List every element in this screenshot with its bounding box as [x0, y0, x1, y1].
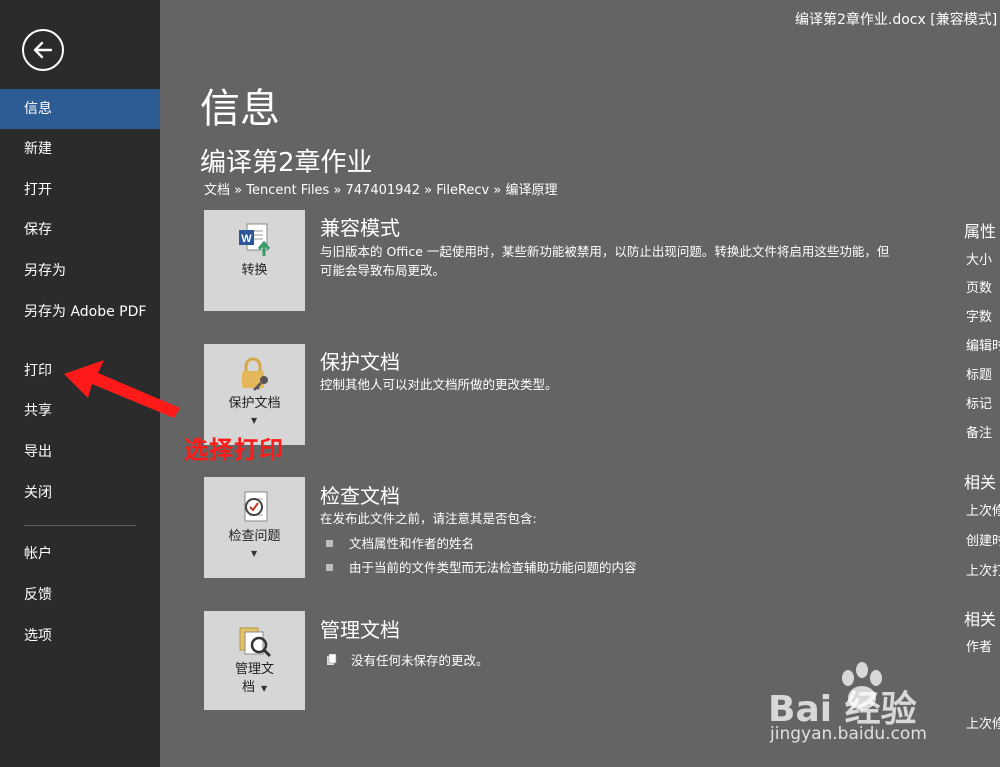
prop-title[interactable]: 标题 [966, 364, 992, 383]
annotation-text: 选择打印 [184, 436, 284, 464]
bullet-icon [326, 540, 333, 547]
inspect-bullet: 由于当前的文件类型而无法检查辅助功能问题的内容 [326, 557, 637, 576]
nav-account[interactable]: 帐户 [0, 534, 160, 574]
nav-export[interactable]: 导出 [0, 432, 160, 472]
related-dates-heading: 相关 [964, 473, 997, 492]
caret-down-icon: ▼ [251, 549, 258, 558]
inspect-document-icon [244, 491, 268, 522]
nav-feedback[interactable]: 反馈 [0, 575, 160, 615]
prop-pages: 页数 [966, 281, 993, 296]
convert-button[interactable]: W 转换 [204, 210, 305, 311]
nav-info[interactable]: 信息 [0, 89, 160, 129]
properties-heading: 属性 [964, 222, 997, 241]
nav-save-as-pdf[interactable]: 另存为 Adobe PDF [0, 298, 160, 346]
manage-document-label-2: 档 [241, 680, 255, 695]
protect-document-title: 保护文档 [320, 350, 400, 374]
inspect-document-desc: 在发布此文件之前，请注意其是否包含: [320, 511, 537, 526]
prop-tags[interactable]: 标记 [966, 393, 992, 412]
nav-options[interactable]: 选项 [0, 616, 160, 656]
file-name: 编译第2章作业 [200, 148, 373, 178]
nav-divider [24, 525, 136, 526]
inspect-bullet: 文档属性和作者的姓名 [326, 533, 474, 552]
last-printed: 上次打 [966, 564, 1000, 579]
back-button[interactable] [22, 29, 64, 71]
svg-text:W: W [241, 233, 252, 245]
manage-document-icon [239, 627, 272, 658]
word-convert-icon: W [239, 223, 271, 256]
manage-document-title: 管理文档 [320, 618, 400, 642]
nav-open[interactable]: 打开 [0, 170, 160, 210]
manage-document-label: 管理文 [234, 662, 274, 677]
prop-words: 字数 [966, 310, 993, 325]
protect-document-label: 保护文档 [228, 396, 281, 411]
last-modified: 上次修 [966, 504, 1000, 519]
prop-size: 大小 [966, 253, 993, 268]
nav-save[interactable]: 保存 [0, 210, 160, 250]
check-issues-label: 检查问题 [228, 529, 281, 544]
inspect-document-title: 检查文档 [320, 484, 400, 508]
caret-down-icon: ▼ [261, 684, 268, 693]
compat-mode-title: 兼容模式 [320, 216, 400, 240]
window-title: 编译第2章作业.docx [兼容模式] [795, 12, 998, 28]
document-icon [327, 653, 337, 665]
prop-edit-time: 编辑时 [966, 339, 1000, 354]
convert-label: 转换 [241, 263, 268, 278]
protect-document-desc: 控制其他人可以对此文档所做的更改类型。 [320, 377, 558, 392]
compat-mode-desc: 与旧版本的 Office 一起使用时，某些新功能被禁用，以防止出现问题。转换此文… [320, 244, 890, 278]
prop-comments[interactable]: 备注 [966, 422, 992, 441]
lock-key-icon [242, 357, 268, 391]
manage-document-desc-row: 没有任何未保存的更改。 [326, 650, 489, 669]
caret-down-icon: ▼ [251, 416, 258, 425]
last-modified-by: 上次修 [966, 717, 1000, 732]
nav-close[interactable]: 关闭 [0, 473, 160, 513]
check-issues-button[interactable]: 检查问题 ▼ [204, 477, 305, 578]
created: 创建时 [966, 534, 1000, 549]
back-arrow-icon [33, 41, 53, 59]
author-label: 作者 [966, 640, 993, 655]
watermark-url: jingyan.baidu.com [770, 724, 927, 744]
manage-document-button[interactable]: 管理文 档 ▼ [204, 611, 305, 710]
bullet-icon [326, 564, 333, 571]
page-title: 信息 [200, 86, 280, 132]
breadcrumb[interactable]: 文档 » Tencent Files » 747401942 » FileRec… [204, 179, 557, 198]
baidu-watermark: Bai 经验 jingyan.baidu.com [768, 660, 948, 760]
nav-new[interactable]: 新建 [0, 129, 160, 169]
related-people-heading: 相关 [964, 610, 997, 629]
nav-save-as[interactable]: 另存为 [0, 251, 160, 291]
annotation-arrow-icon [64, 360, 180, 418]
